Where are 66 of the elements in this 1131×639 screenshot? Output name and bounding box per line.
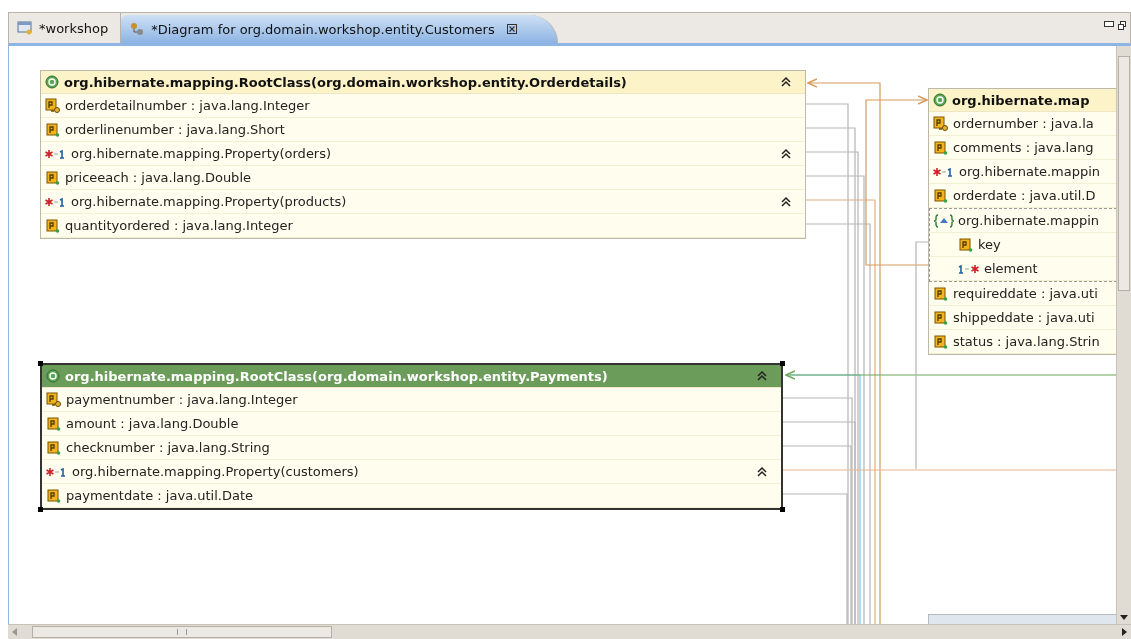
key-property-icon xyxy=(46,391,62,408)
property-icon xyxy=(46,439,62,456)
property-label: priceeach : java.lang.Double xyxy=(65,170,252,185)
property-label: comments : java.lang xyxy=(953,140,1095,155)
property-label: org.hibernate.mapping.Property(customers) xyxy=(72,464,360,479)
property-label: orderdetailnumber : java.lang.Integer xyxy=(65,98,311,113)
property-icon xyxy=(933,187,949,204)
vertical-scrollbar[interactable] xyxy=(1116,46,1131,624)
scroll-down-arrow-icon[interactable] xyxy=(1120,615,1128,621)
collapse-icon[interactable] xyxy=(781,148,791,159)
property-label: requireddate : java.uti xyxy=(953,286,1099,301)
entity-box[interactable] xyxy=(40,363,783,510)
scrollbar-thumb[interactable] xyxy=(1118,56,1130,291)
key-property-icon xyxy=(933,115,949,132)
editor-tab[interactable]: *Diagram for org.domain.workshop.entity.Customers xyxy=(121,15,558,43)
class-icon xyxy=(933,93,947,107)
property-label: shippeddate : java.uti xyxy=(953,310,1096,325)
class-icon xyxy=(46,369,60,383)
scrollbar-thumb[interactable] xyxy=(32,626,332,638)
property-icon xyxy=(933,309,949,326)
component-icon xyxy=(934,213,954,228)
property-label: key xyxy=(978,237,1002,252)
diagram-icon xyxy=(129,21,146,37)
property-icon xyxy=(958,236,974,253)
property-label: orderlinenumber : java.lang.Short xyxy=(65,122,286,137)
property-icon xyxy=(933,285,949,302)
property-icon xyxy=(45,121,61,138)
close-icon[interactable] xyxy=(506,24,517,34)
selection-handle[interactable] xyxy=(38,361,43,366)
property-label: org.hibernate.mapping.Property(orders) xyxy=(71,146,333,161)
selection-handle[interactable] xyxy=(780,361,785,366)
property-label: org.hibernate.mapping.Property(products) xyxy=(71,194,348,209)
property-icon xyxy=(933,139,949,156)
horizontal-scrollbar[interactable] xyxy=(8,624,1131,639)
property-label: paymentnumber : java.lang.Integer xyxy=(66,392,299,407)
collapse-icon[interactable] xyxy=(757,466,767,477)
property-label: paymentdate : java.util.Date xyxy=(66,488,254,503)
entity-title: org.hibernate.mapping.RootClass(org.domain.workshop.entity.Payments) xyxy=(65,368,609,384)
property-label: org.hibernate.mappin xyxy=(959,164,1102,179)
entity-box[interactable] xyxy=(40,70,806,239)
property-label: amount : java.lang.Double xyxy=(66,416,240,431)
property-label: quantityordered : java.lang.Integer xyxy=(65,218,294,233)
property-label: orderdate : java.util.D xyxy=(953,188,1097,203)
selection-handle[interactable] xyxy=(38,507,43,512)
window-icon xyxy=(17,20,33,36)
property-icon xyxy=(45,169,61,186)
property-icon xyxy=(46,415,62,432)
entity-box[interactable] xyxy=(928,88,1116,355)
key-property-icon xyxy=(45,97,61,114)
minimize-icon[interactable] xyxy=(1104,21,1114,27)
entity-title: org.hibernate.mapping.RootClass(org.domain.workshop.entity.Orderdetails) xyxy=(64,74,628,90)
selection-handle[interactable] xyxy=(780,507,785,512)
collapse-icon[interactable] xyxy=(781,77,791,87)
restore-icon[interactable] xyxy=(1118,21,1126,30)
property-icon xyxy=(46,487,62,504)
class-icon xyxy=(45,75,59,89)
scroll-right-arrow-icon[interactable] xyxy=(1122,628,1128,636)
property-icon xyxy=(933,333,949,350)
property-icon xyxy=(45,217,61,234)
property-label: ordernumber : java.la xyxy=(953,116,1095,131)
property-label: element xyxy=(984,261,1039,276)
property-label: status : java.lang.Strin xyxy=(953,334,1101,349)
collapse-icon[interactable] xyxy=(781,196,791,207)
property-label: org.hibernate.mappin xyxy=(958,213,1101,228)
entity-title: org.hibernate.map xyxy=(952,92,1091,108)
property-label: checknumber : java.lang.String xyxy=(66,440,271,455)
